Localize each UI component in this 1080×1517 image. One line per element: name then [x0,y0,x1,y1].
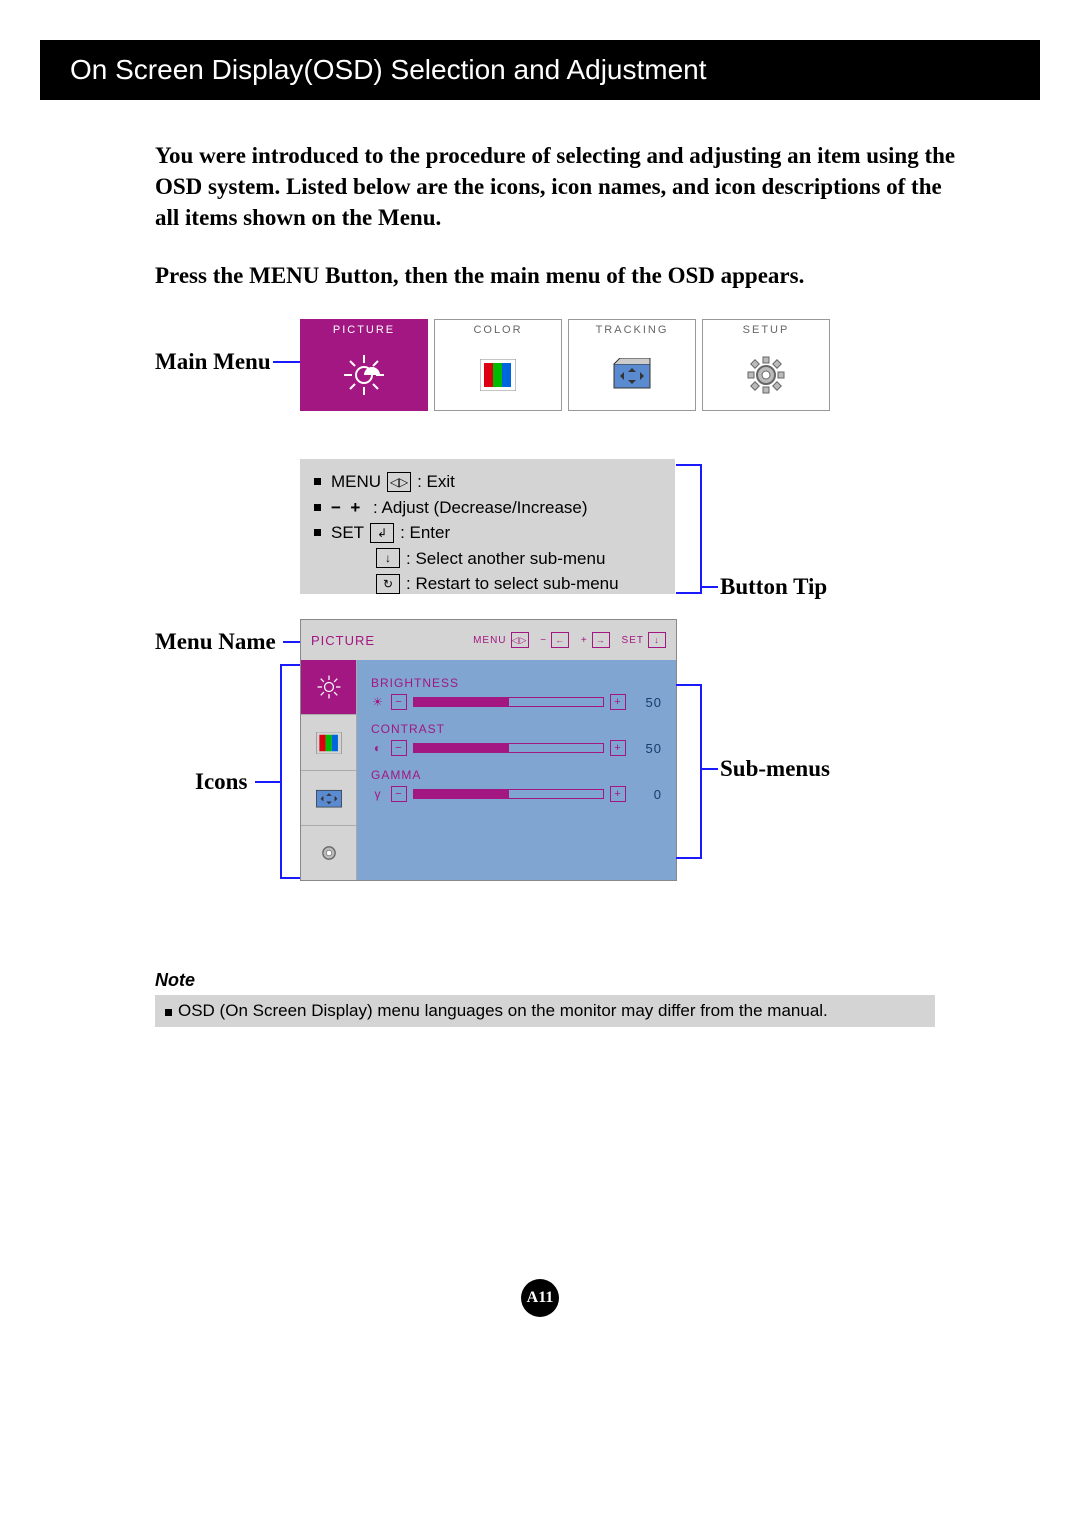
intro-text: You were introduced to the procedure of … [155,140,960,233]
tab-label: SETUP [743,324,790,340]
enter-key-icon: ↲ [370,523,394,543]
sub-label: GAMMA [371,768,662,782]
value: 0 [632,787,662,802]
brightness-symbol-icon: ☀ [371,695,385,709]
sub-label: CONTRAST [371,722,662,736]
note-heading: Note [155,970,935,991]
connector [676,464,700,466]
connector [676,857,700,859]
tab-picture[interactable]: PICTURE [300,319,428,411]
connector [676,684,700,686]
sub-gamma[interactable]: GAMMA γ− +0 [371,768,662,802]
sub-contrast[interactable]: CONTRAST ◐− +50 [371,722,662,756]
note-section: Note OSD (On Screen Display) menu langua… [155,970,935,1027]
label-main-menu: Main Menu [155,349,271,375]
label-button-tip: Button Tip [720,574,827,600]
connector [255,781,280,783]
connector [280,664,300,666]
minus-button[interactable]: − [391,786,407,802]
slider[interactable] [413,743,604,753]
osd-diagram: Main Menu PICTURE COLOR TRACKING SETUP [0,319,1080,969]
tip-down-desc: : Select another sub-menu [406,546,605,572]
note-text: OSD (On Screen Display) menu languages o… [178,1001,828,1020]
slider[interactable] [413,697,604,707]
connector [676,592,700,594]
osd-icon-color[interactable] [301,715,356,770]
button-tip-box: MENU ◁▷ : Exit − + : Adjust (Decrease/In… [300,459,675,594]
osd-title-bar: PICTURE MENU◁▷ −← +→ SET↓ [301,620,676,660]
restart-key-icon: ↻ [376,574,400,594]
color-bars-icon [435,340,561,410]
main-menu-tabs: PICTURE COLOR TRACKING SETUP [300,319,830,411]
tip-adjust-desc: : Adjust (Decrease/Increase) [373,495,587,521]
brightness-icon [301,340,427,410]
tip-restart-desc: : Restart to select sub-menu [406,571,619,597]
connector [280,877,300,879]
connector [273,361,300,363]
slider[interactable] [413,789,604,799]
instruction-text: Press the MENU Button, then the main men… [155,263,960,289]
osd-panel: PICTURE MENU◁▷ −← +→ SET↓ BRIGHTNESS ☀−+… [300,619,677,881]
page-header: On Screen Display(OSD) Selection and Adj… [40,40,1040,100]
tip-menu-desc: : Exit [417,469,455,495]
value: 50 [632,695,662,710]
note-body: OSD (On Screen Display) menu languages o… [155,995,935,1027]
page-number: A11 [521,1279,559,1317]
label-menu-name: Menu Name [155,629,276,655]
connector [280,664,282,879]
menu-key-icon: ◁▷ [387,472,411,492]
osd-icon-setup[interactable] [301,826,356,880]
plus-button[interactable]: + [610,786,626,802]
gear-icon [703,340,829,410]
osd-icon-tracking[interactable] [301,771,356,826]
sub-brightness[interactable]: BRIGHTNESS ☀− +50 [371,676,662,710]
osd-icon-column [301,660,357,880]
minus-button[interactable]: − [391,694,407,710]
tab-label: COLOR [473,324,522,340]
sub-label: BRIGHTNESS [371,676,662,690]
tab-label: TRACKING [596,324,669,340]
plus-button[interactable]: + [610,694,626,710]
tab-tracking[interactable]: TRACKING [568,319,696,411]
label-icons: Icons [195,769,247,795]
down-key-icon: ↓ [376,548,400,568]
tip-menu: MENU [331,469,381,495]
tip-set-desc: : Enter [400,520,450,546]
minus-button[interactable]: − [391,740,407,756]
connector [700,684,702,859]
osd-title: PICTURE [311,633,375,648]
osd-hint: MENU◁▷ −← +→ SET↓ [473,632,666,648]
connector [283,641,300,643]
plus-button[interactable]: + [610,740,626,756]
tab-label: PICTURE [333,324,395,340]
tab-color[interactable]: COLOR [434,319,562,411]
contrast-symbol-icon: ◐ [371,741,385,755]
connector [700,464,702,594]
osd-sub-pane: BRIGHTNESS ☀−+50 CONTRAST ◐−+50 GAMMA γ−… [357,660,676,880]
connector [700,768,718,770]
value: 50 [632,741,662,756]
gamma-symbol-icon: γ [371,787,385,801]
tracking-icon [569,340,695,410]
label-sub-menus: Sub-menus [720,756,830,782]
tip-set: SET [331,520,364,546]
tab-setup[interactable]: SETUP [702,319,830,411]
osd-icon-picture[interactable] [301,660,356,715]
connector [700,586,718,588]
